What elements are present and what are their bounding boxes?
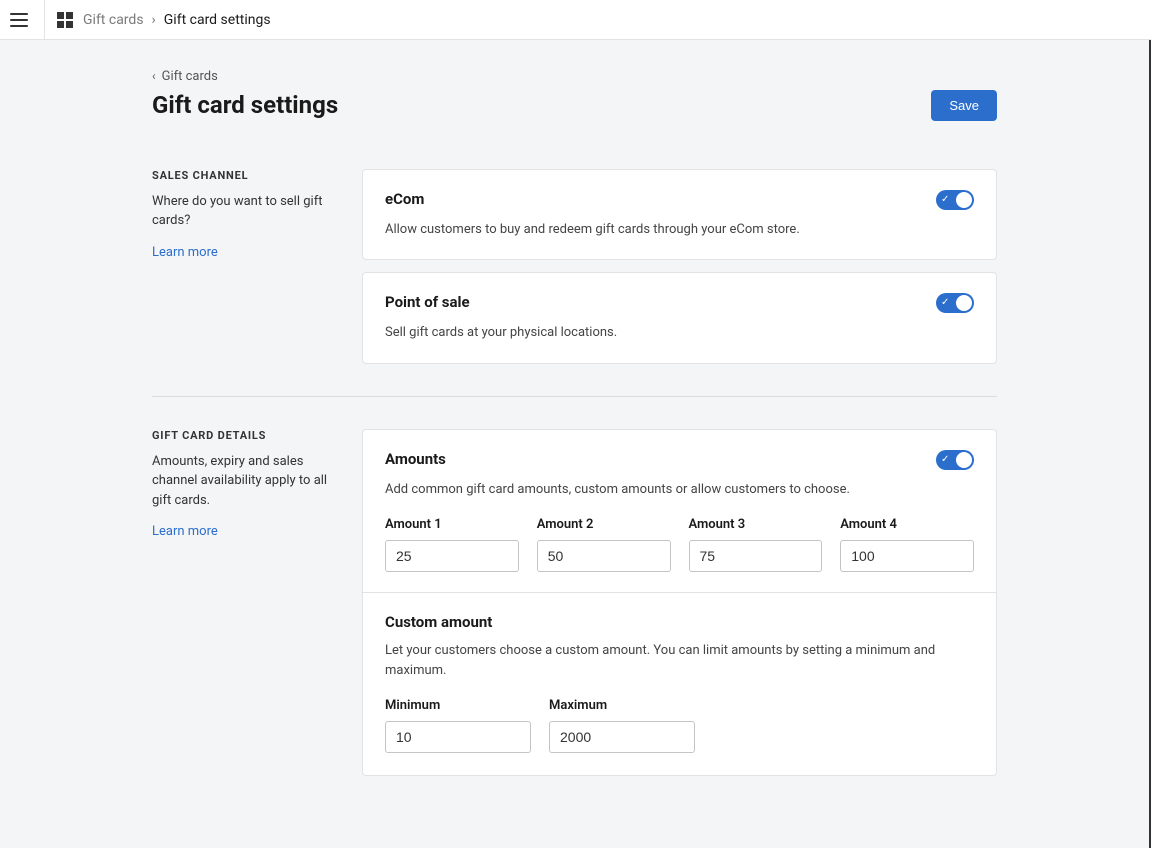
card-desc: Sell gift cards at your physical locatio… [385,323,974,343]
amount-field-4: Amount 4 [840,517,974,572]
card-title: Amounts [385,450,446,468]
card-desc: Add common gift card amounts, custom amo… [385,480,974,500]
gift-icon [57,12,73,28]
maximum-input[interactable] [549,721,695,753]
menu-icon[interactable] [10,13,28,27]
topbar-divider [44,0,45,40]
field-label: Amount 2 [537,517,671,532]
card-ecom: eCom ✓ Allow customers to buy and redeem… [362,169,997,261]
check-icon: ✓ [941,193,949,207]
field-label: Amount 4 [840,517,974,532]
amount-input-1[interactable] [385,540,519,572]
topbar: Gift cards › Gift card settings [0,0,1151,40]
chevron-left-icon: ‹ [152,69,156,83]
back-link[interactable]: ‹ Gift cards [152,69,218,84]
section-details: GIFT CARD DETAILS Amounts, expiry and sa… [152,429,997,777]
toggle-amounts[interactable]: ✓ [936,450,974,470]
check-icon: ✓ [941,296,949,310]
toggle-ecom[interactable]: ✓ [936,190,974,210]
page-title: Gift card settings [152,91,338,119]
amount-field-1: Amount 1 [385,517,519,572]
amount-input-3[interactable] [689,540,823,572]
amount-field-2: Amount 2 [537,517,671,572]
breadcrumb-separator: › [152,12,156,28]
minimum-field: Minimum [385,698,531,753]
section-divider [152,396,997,397]
section-desc: Amounts, expiry and sales channel availa… [152,452,342,511]
check-icon: ✓ [941,453,949,467]
field-label: Amount 3 [689,517,823,532]
field-label: Maximum [549,698,695,713]
section-desc: Where do you want to sell gift cards? [152,192,342,231]
subcard-desc: Let your customers choose a custom amoun… [385,641,974,680]
learn-more-link[interactable]: Learn more [152,245,342,260]
breadcrumb: Gift cards › Gift card settings [83,12,271,28]
card-title: eCom [385,190,424,208]
section-title: SALES CHANNEL [152,169,342,182]
minimum-input[interactable] [385,721,531,753]
card-pos: Point of sale ✓ Sell gift cards at your … [362,272,997,364]
amount-input-4[interactable] [840,540,974,572]
card-title: Point of sale [385,293,470,311]
amount-field-3: Amount 3 [689,517,823,572]
subcard-title: Custom amount [385,613,974,631]
card-desc: Allow customers to buy and redeem gift c… [385,220,974,240]
breadcrumb-current: Gift card settings [164,12,271,28]
toggle-knob [956,452,972,468]
field-label: Amount 1 [385,517,519,532]
card-custom-amount: Custom amount Let your customers choose … [363,592,996,753]
back-link-label: Gift cards [162,69,218,84]
card-amounts: Amounts ✓ Add common gift card amounts, … [362,429,997,777]
field-label: Minimum [385,698,531,713]
amount-input-2[interactable] [537,540,671,572]
section-title: GIFT CARD DETAILS [152,429,342,442]
breadcrumb-parent[interactable]: Gift cards [83,12,144,28]
learn-more-link[interactable]: Learn more [152,524,342,539]
toggle-pos[interactable]: ✓ [936,293,974,313]
toggle-knob [956,295,972,311]
section-sales-channel: SALES CHANNEL Where do you want to sell … [152,169,997,364]
save-button[interactable]: Save [931,90,997,121]
toggle-knob [956,192,972,208]
maximum-field: Maximum [549,698,695,753]
